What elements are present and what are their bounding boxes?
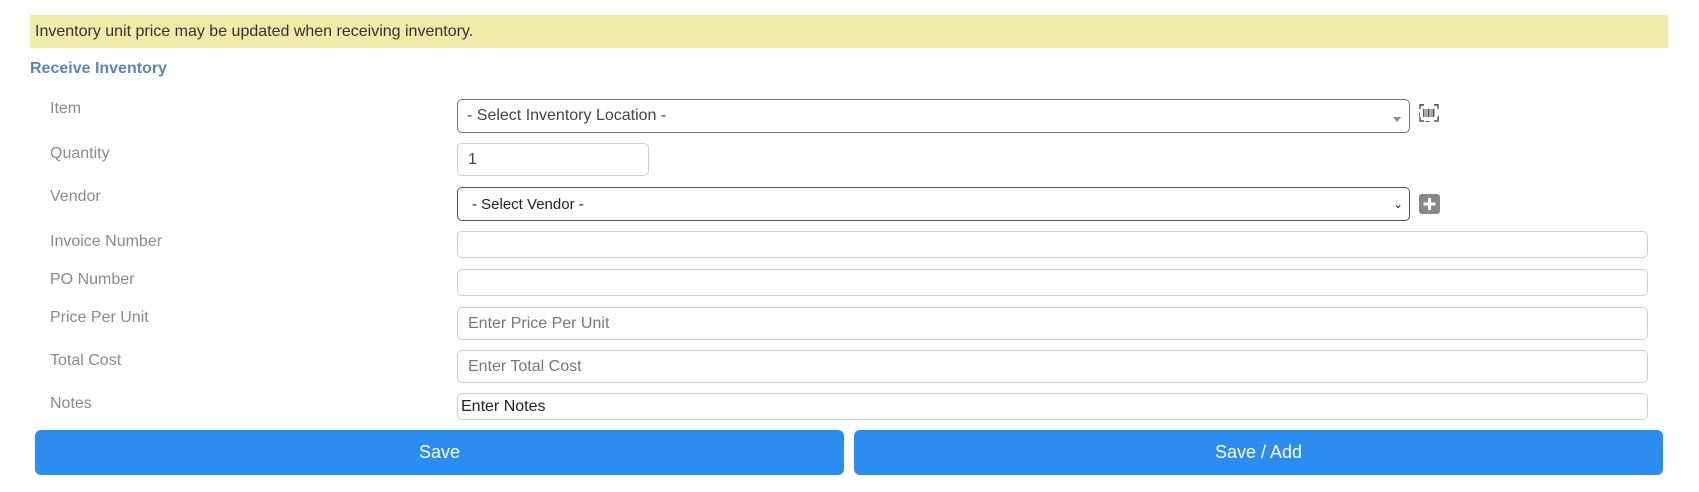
- plus-square-icon: [1418, 194, 1440, 214]
- price-per-unit-input[interactable]: [457, 307, 1648, 340]
- save-button[interactable]: Save: [35, 430, 844, 475]
- save-add-button[interactable]: Save / Add: [854, 430, 1663, 475]
- total-cost-input[interactable]: [457, 350, 1648, 383]
- info-banner: Inventory unit price may be updated when…: [30, 15, 1668, 48]
- vendor-select-value: - Select Vendor -: [472, 195, 584, 213]
- add-vendor-button[interactable]: [1418, 194, 1440, 214]
- item-select[interactable]: - Select Inventory Location -: [457, 99, 1410, 133]
- info-banner-text: Inventory unit price may be updated when…: [35, 23, 474, 40]
- barcode-scan-icon[interactable]: [1418, 103, 1440, 123]
- chevron-down-icon: ⌄: [1392, 197, 1403, 211]
- invoice-number-label: Invoice Number: [50, 233, 163, 250]
- section-title: Receive Inventory: [30, 60, 167, 77]
- notes-label: Notes: [50, 395, 92, 412]
- caret-down-icon: [1393, 117, 1401, 122]
- item-label: Item: [50, 100, 82, 117]
- quantity-input[interactable]: [457, 143, 649, 176]
- vendor-select[interactable]: - Select Vendor - ⌄: [457, 187, 1410, 221]
- invoice-number-input[interactable]: [457, 231, 1648, 258]
- po-number-input[interactable]: [457, 269, 1648, 296]
- total-cost-label: Total Cost: [50, 352, 122, 369]
- quantity-label: Quantity: [50, 145, 110, 162]
- item-select-value: - Select Inventory Location -: [467, 107, 667, 124]
- vendor-label: Vendor: [50, 188, 101, 205]
- po-number-label: PO Number: [50, 271, 135, 288]
- notes-input[interactable]: [457, 393, 1648, 420]
- price-per-unit-label: Price Per Unit: [50, 309, 149, 326]
